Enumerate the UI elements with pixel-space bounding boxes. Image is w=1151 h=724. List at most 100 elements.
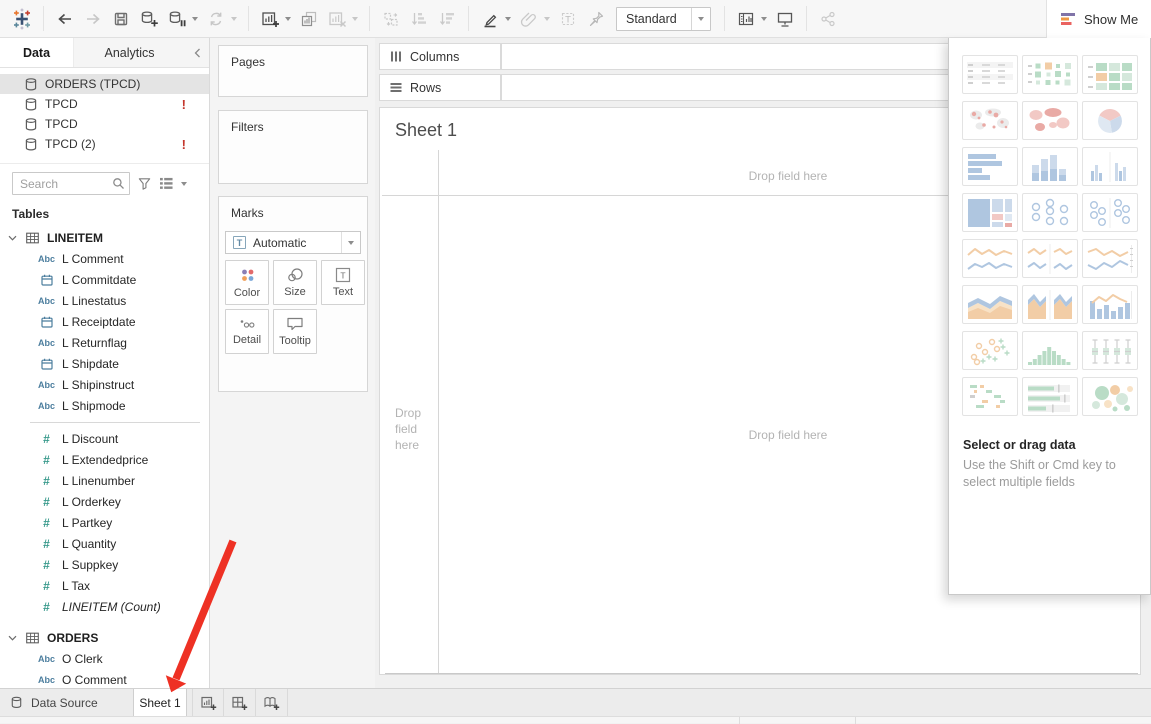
showme-heat-map-thumbnail[interactable] bbox=[1022, 55, 1078, 94]
share-workbook-icon bbox=[814, 5, 842, 33]
filters-shelf[interactable]: Filters bbox=[218, 110, 368, 184]
new-data-source-icon[interactable] bbox=[135, 5, 163, 33]
field-item[interactable]: AbcL Returnflag bbox=[0, 332, 209, 353]
new-worksheet-icon bbox=[200, 695, 217, 711]
sheet-title: Sheet 1 bbox=[395, 120, 457, 141]
highlight-icon[interactable] bbox=[476, 5, 504, 33]
pause-dropdown-caret[interactable] bbox=[192, 17, 198, 21]
pause-auto-updates-icon[interactable] bbox=[163, 5, 191, 33]
showme-treemap-thumbnail[interactable] bbox=[962, 193, 1018, 232]
chevron-down-icon[interactable] bbox=[8, 235, 17, 241]
database-icon bbox=[25, 138, 37, 151]
datasource-item[interactable]: ORDERS (TPCD) bbox=[0, 74, 209, 94]
showme-histogram-thumbnail[interactable] bbox=[1022, 331, 1078, 370]
field-item[interactable]: #LINEITEM (Count) bbox=[0, 596, 209, 617]
showme-highlight-table-thumbnail[interactable] bbox=[1082, 55, 1138, 94]
field-item[interactable]: AbcL Comment bbox=[0, 248, 209, 269]
field-item[interactable]: #L Linenumber bbox=[0, 470, 209, 491]
rows-icon bbox=[390, 82, 402, 93]
tab-data-source[interactable]: Data Source bbox=[0, 689, 120, 716]
field-item[interactable]: #L Partkey bbox=[0, 512, 209, 533]
field-item[interactable]: L Shipdate bbox=[0, 353, 209, 374]
table-group-header[interactable]: LINEITEM bbox=[0, 227, 209, 248]
undo-icon[interactable] bbox=[51, 5, 79, 33]
field-item[interactable]: #L Tax bbox=[0, 575, 209, 596]
showme-bullet-graph-thumbnail[interactable] bbox=[1022, 377, 1078, 416]
field-name: LINEITEM (Count) bbox=[62, 600, 161, 614]
chevron-down-icon[interactable] bbox=[8, 635, 17, 641]
mark-type-caret[interactable] bbox=[341, 232, 360, 253]
drop-field-hint-rows[interactable]: Drop field here bbox=[395, 405, 435, 453]
datasource-name: TPCD (2) bbox=[45, 137, 96, 151]
field-item[interactable]: AbcO Comment bbox=[0, 669, 209, 688]
fix-axes-icon bbox=[582, 5, 610, 33]
field-item[interactable]: #L Extendedprice bbox=[0, 449, 209, 470]
showme-box-and-whisker-thumbnail[interactable] bbox=[1082, 331, 1138, 370]
toolbar-divider bbox=[43, 6, 44, 31]
field-item[interactable]: AbcO Clerk bbox=[0, 648, 209, 669]
field-item[interactable]: AbcL Linestatus bbox=[0, 290, 209, 311]
showme-text-table-thumbnail[interactable] bbox=[962, 55, 1018, 94]
showme-lines-discrete-thumbnail[interactable] bbox=[1022, 239, 1078, 278]
new-dashboard-button[interactable] bbox=[224, 689, 256, 716]
field-item[interactable]: L Receiptdate bbox=[0, 311, 209, 332]
field-item[interactable]: AbcL Shipmode bbox=[0, 395, 209, 416]
showme-circle-views-thumbnail[interactable] bbox=[1022, 193, 1078, 232]
showme-lines-continuous-thumbnail[interactable] bbox=[962, 239, 1018, 278]
field-item[interactable]: #L Discount bbox=[0, 428, 209, 449]
size-mark-button[interactable]: Size bbox=[273, 260, 317, 305]
number-field-icon: # bbox=[43, 516, 50, 530]
new-worksheet-icon[interactable] bbox=[256, 5, 284, 33]
tab-sheet-1[interactable]: Sheet 1 bbox=[133, 689, 187, 716]
field-item[interactable]: #L Suppkey bbox=[0, 554, 209, 575]
datasource-item[interactable]: TPCD (2)! bbox=[0, 134, 209, 154]
showme-stacked-bars-thumbnail[interactable] bbox=[1022, 147, 1078, 186]
field-item[interactable]: #L Quantity bbox=[0, 533, 209, 554]
search-bar bbox=[12, 172, 201, 195]
text-mark-button[interactable]: TText bbox=[321, 260, 365, 305]
showme-horizontal-bars-thumbnail[interactable] bbox=[962, 147, 1018, 186]
showme-gantt-thumbnail[interactable] bbox=[962, 377, 1018, 416]
showme-packed-bubbles-thumbnail[interactable] bbox=[1082, 377, 1138, 416]
new-worksheet-button[interactable] bbox=[192, 689, 224, 716]
tab-analytics[interactable]: Analytics bbox=[74, 38, 185, 67]
save-icon[interactable] bbox=[107, 5, 135, 33]
date-field-icon bbox=[41, 274, 53, 286]
showme-dual-lines-thumbnail[interactable] bbox=[1082, 239, 1138, 278]
presentation-mode-icon[interactable] bbox=[771, 5, 799, 33]
detail-mark-button[interactable]: Detail bbox=[225, 309, 269, 354]
showme-pie-chart-thumbnail[interactable] bbox=[1082, 101, 1138, 140]
showme-symbol-map-thumbnail[interactable] bbox=[962, 101, 1018, 140]
showme-side-by-side-bars-thumbnail[interactable] bbox=[1082, 147, 1138, 186]
datasource-item[interactable]: TPCD! bbox=[0, 94, 209, 114]
view-mode-select[interactable]: Standard bbox=[616, 7, 711, 31]
show-hide-cards-caret[interactable] bbox=[761, 17, 767, 21]
table-group-header[interactable]: ORDERS bbox=[0, 627, 209, 648]
filter-fields-icon[interactable] bbox=[137, 176, 152, 191]
tableau-logo-icon[interactable] bbox=[8, 5, 36, 33]
show-hide-cards-icon[interactable] bbox=[732, 5, 760, 33]
showme-area-discrete-thumbnail[interactable] bbox=[1022, 285, 1078, 324]
field-item[interactable]: #L Orderkey bbox=[0, 491, 209, 512]
view-as-list-icon[interactable] bbox=[159, 177, 174, 190]
view-mode-dropdown[interactable] bbox=[691, 8, 710, 30]
showme-dual-combination-thumbnail[interactable] bbox=[1082, 285, 1138, 324]
new-story-button[interactable] bbox=[256, 689, 288, 716]
field-item[interactable]: AbcL Shipinstruct bbox=[0, 374, 209, 395]
new-worksheet-caret[interactable] bbox=[285, 17, 291, 21]
color-mark-button[interactable]: Color bbox=[225, 260, 269, 305]
datasource-item[interactable]: TPCD bbox=[0, 114, 209, 134]
pages-shelf[interactable]: Pages bbox=[218, 45, 368, 97]
showme-filled-map-thumbnail[interactable] bbox=[1022, 101, 1078, 140]
field-item[interactable]: L Commitdate bbox=[0, 269, 209, 290]
mark-type-dropdown[interactable]: T Automatic bbox=[225, 231, 361, 254]
showme-scatter-plot-thumbnail[interactable] bbox=[962, 331, 1018, 370]
showme-side-by-side-circles-thumbnail[interactable] bbox=[1082, 193, 1138, 232]
tab-data[interactable]: Data bbox=[0, 38, 74, 67]
collapse-pane-button[interactable] bbox=[185, 38, 209, 67]
highlight-caret[interactable] bbox=[505, 17, 511, 21]
show-me-button[interactable]: Show Me bbox=[1046, 0, 1151, 38]
view-as-caret[interactable] bbox=[181, 182, 187, 186]
showme-area-continuous-thumbnail[interactable] bbox=[962, 285, 1018, 324]
tooltip-mark-button[interactable]: Tooltip bbox=[273, 309, 317, 354]
